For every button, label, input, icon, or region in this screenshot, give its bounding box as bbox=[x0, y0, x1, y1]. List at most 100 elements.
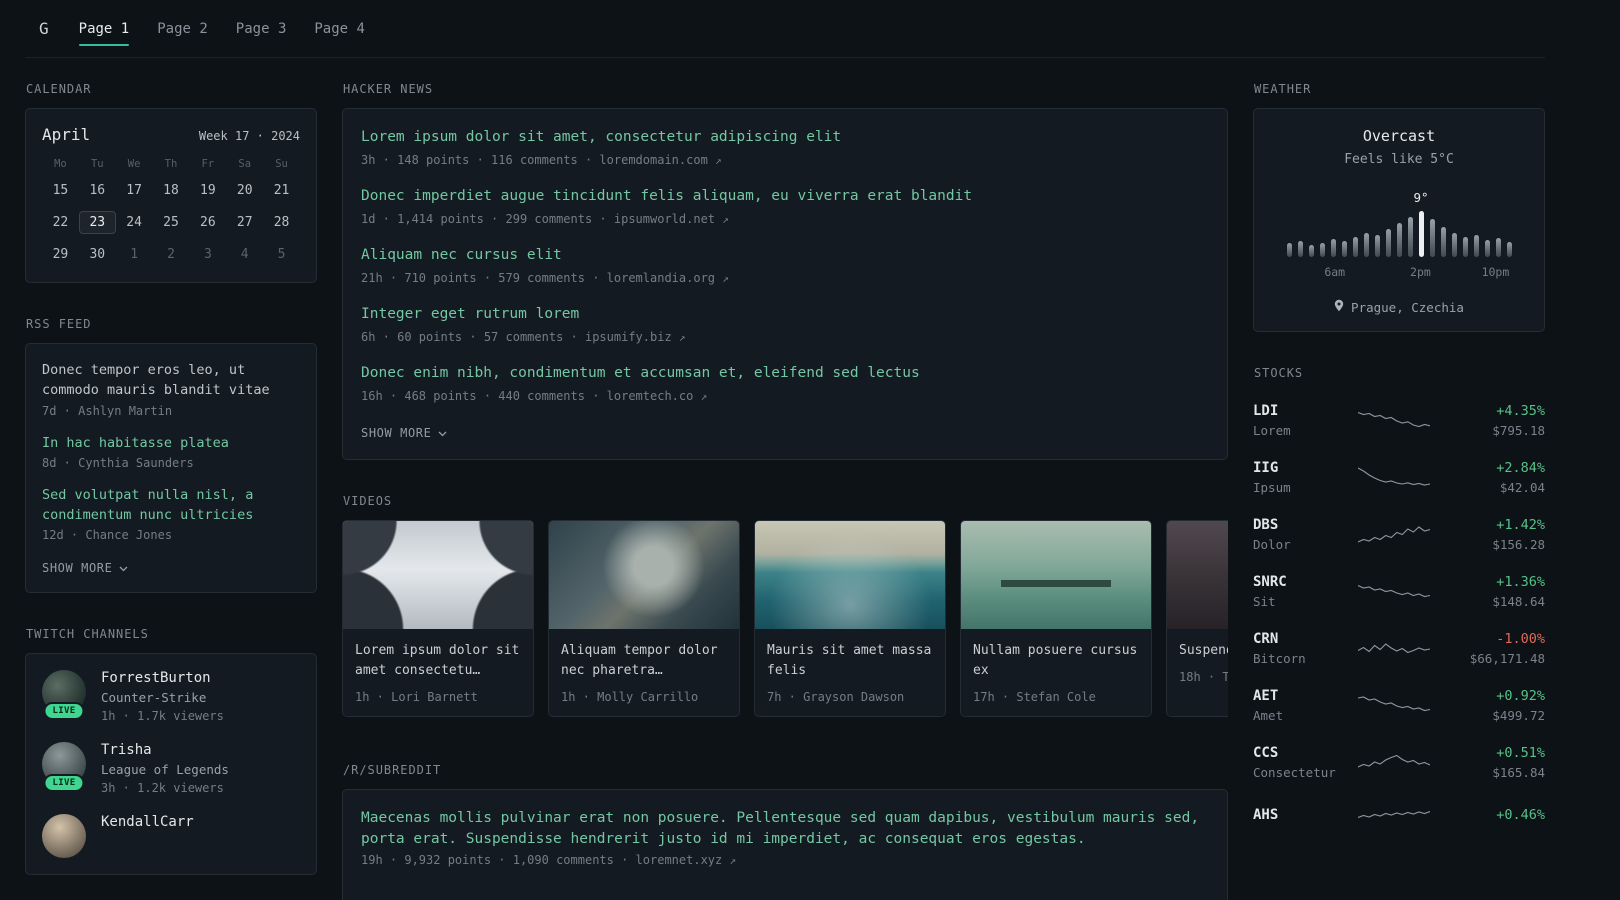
calendar-dow: Su bbox=[275, 158, 288, 170]
rss-item[interactable]: Sed volutpat nulla nisl, a condimentum n… bbox=[42, 485, 300, 543]
stock-symbol: LDI bbox=[1253, 403, 1279, 419]
stock-sparkline bbox=[1358, 584, 1430, 597]
hn-item-domain-link[interactable]: loremtech.co ↗ bbox=[607, 389, 708, 403]
stock-row[interactable]: CRN Bitcorn -1.00% $66,171.48 bbox=[1253, 620, 1545, 677]
rss-item-title: Sed volutpat nulla nisl, a condimentum n… bbox=[42, 486, 254, 523]
stock-sparkline bbox=[1358, 467, 1430, 486]
twitch-widget: TWITCH CHANNELS LIVE ForrestBurton Count… bbox=[25, 627, 317, 876]
video-card[interactable]: Mauris sit amet massa felis 7h · Grayson… bbox=[754, 520, 946, 718]
tab-page-4[interactable]: Page 4 bbox=[314, 21, 365, 37]
hn-item: Donec imperdiet augue tincidunt felis al… bbox=[361, 186, 1209, 226]
left-column: CALENDAR April Week 17 · 2024 Mo Tu We T… bbox=[25, 82, 317, 900]
avatar: LIVE bbox=[42, 742, 86, 793]
twitch-channel-row[interactable]: LIVE ForrestBurton Counter-Strike 1h · 1… bbox=[42, 670, 300, 723]
external-link-icon: ↗ bbox=[722, 213, 729, 227]
hn-item-domain-link[interactable]: loremdomain.com ↗ bbox=[599, 153, 721, 167]
calendar-day-next-month: 2 bbox=[167, 247, 175, 262]
weather-widget: WEATHER Overcast Feels like 5°C 9° 6am 2p… bbox=[1253, 82, 1545, 332]
video-card[interactable]: Nullam posuere cursus ex 17h · Stefan Co… bbox=[960, 520, 1152, 718]
stock-row[interactable]: IIG Ipsum +2.84% $42.04 bbox=[1253, 449, 1545, 506]
calendar-day: 28 bbox=[273, 215, 290, 230]
stock-row[interactable]: DBS Dolor +1.42% $156.28 bbox=[1253, 506, 1545, 563]
tab-page-1[interactable]: Page 1 bbox=[78, 21, 129, 46]
stock-change: +1.36% bbox=[1496, 574, 1545, 590]
calendar-day: 22 bbox=[52, 215, 69, 230]
hn-item-domain-link[interactable]: ipsumworld.net ↗ bbox=[614, 212, 729, 226]
video-title: Mauris sit amet massa felis bbox=[767, 643, 932, 679]
stock-row[interactable]: AHS +0.46% bbox=[1253, 791, 1545, 843]
weather-hour-label: 6am bbox=[1324, 265, 1346, 279]
hn-item: Lorem ipsum dolor sit amet, consectetur … bbox=[361, 127, 1209, 167]
hn-item-meta: 6h · 60 points · 57 comments · ipsumify.… bbox=[361, 330, 686, 345]
avatar bbox=[42, 814, 86, 859]
stock-symbol: IIG bbox=[1253, 460, 1279, 476]
hn-item-title[interactable]: Aliquam nec cursus elit bbox=[361, 245, 1209, 266]
calendar-month: April bbox=[42, 125, 91, 144]
stock-row[interactable]: SNRC Sit +1.36% $148.64 bbox=[1253, 563, 1545, 620]
twitch-channel-row[interactable]: KendallCarr bbox=[42, 814, 300, 859]
weather-hourly-chart: 9° 6am 2pm 10pm bbox=[1286, 190, 1512, 281]
stock-row[interactable]: AET Amet +0.92% $499.72 bbox=[1253, 677, 1545, 734]
hn-item: Integer eget rutrum lorem 6h · 60 points… bbox=[361, 304, 1209, 344]
rss-show-more-button[interactable]: SHOW MORE bbox=[42, 561, 128, 575]
app-logo: G bbox=[39, 19, 49, 38]
weather-location: Prague, Czechia bbox=[1270, 299, 1528, 315]
widget-title-twitch: TWITCH CHANNELS bbox=[26, 627, 149, 642]
hn-item-title[interactable]: Lorem ipsum dolor sit amet, consectetur … bbox=[361, 127, 1209, 148]
weather-bars: 9° bbox=[1286, 190, 1512, 257]
video-card[interactable]: Aliquam tempor dolor nec pharetra… 1h · … bbox=[548, 520, 740, 718]
hn-item-domain-link[interactable]: ipsumify.biz ↗ bbox=[585, 330, 686, 344]
stock-price: $795.18 bbox=[1492, 423, 1545, 438]
rss-item[interactable]: In hac habitasse platea 8d · Cynthia Sau… bbox=[42, 433, 300, 470]
hn-item-title[interactable]: Donec imperdiet augue tincidunt felis al… bbox=[361, 186, 1209, 207]
live-badge: LIVE bbox=[43, 702, 85, 721]
rss-item-title: Donec tempor eros leo, ut commodo mauris… bbox=[42, 362, 270, 399]
rss-item[interactable]: Donec tempor eros leo, ut commodo mauris… bbox=[42, 360, 300, 418]
videos-widget: VIDEOS Lorem ipsum dolor sit amet consec… bbox=[342, 494, 1228, 718]
channel-meta: 3h · 1.2k viewers bbox=[101, 781, 224, 796]
calendar-day: 27 bbox=[236, 215, 253, 230]
stock-sparkline bbox=[1358, 754, 1430, 768]
stock-row[interactable]: LDI Lorem +4.35% $795.18 bbox=[1253, 392, 1545, 449]
stock-name: Sit bbox=[1253, 594, 1276, 609]
tab-page-3[interactable]: Page 3 bbox=[236, 21, 287, 37]
stock-name: Ipsum bbox=[1253, 480, 1291, 495]
video-meta: 7h · Grayson Dawson bbox=[767, 690, 905, 705]
calendar-day: 30 bbox=[89, 247, 106, 262]
twitch-channel-row[interactable]: LIVE Trisha League of Legends 3h · 1.2k … bbox=[42, 742, 300, 795]
video-thumbnail bbox=[961, 521, 1151, 630]
stocks-list: LDI Lorem +4.35% $795.18 IIG Ipsum +2.84… bbox=[1253, 392, 1545, 843]
widget-title-hacker-news: HACKER NEWS bbox=[343, 82, 434, 96]
subreddit-widget: /R/SUBREDDIT Maecenas mollis pulvinar er… bbox=[342, 763, 1228, 900]
hacker-news-box: Lorem ipsum dolor sit amet, consectetur … bbox=[342, 108, 1228, 461]
hn-item-title[interactable]: Donec enim nibh, condimentum et accumsan… bbox=[361, 363, 1209, 384]
calendar-dow: Sa bbox=[238, 158, 252, 170]
hn-item-meta: 1d · 1,414 points · 299 comments · ipsum… bbox=[361, 212, 729, 227]
stock-change: +0.92% bbox=[1496, 688, 1545, 704]
video-card[interactable]: Lorem ipsum dolor sit amet consectetu… 1… bbox=[342, 520, 534, 718]
hn-item-meta: 3h · 148 points · 116 comments · loremdo… bbox=[361, 153, 722, 168]
stock-price: $42.04 bbox=[1499, 480, 1545, 495]
stock-price: $499.72 bbox=[1492, 708, 1545, 723]
channel-meta: 1h · 1.7k viewers bbox=[101, 709, 224, 724]
hn-item-title[interactable]: Integer eget rutrum lorem bbox=[361, 304, 1209, 325]
stock-symbol: CRN bbox=[1253, 631, 1279, 647]
widget-title-rss: RSS FEED bbox=[26, 317, 92, 331]
rss-item-meta: 7d · Ashlyn Martin bbox=[42, 403, 173, 418]
tab-page-2[interactable]: Page 2 bbox=[157, 21, 208, 37]
stock-sparkline bbox=[1358, 411, 1430, 427]
stock-price: $156.28 bbox=[1492, 537, 1545, 552]
stock-row[interactable]: CCS Consectetur +0.51% $165.84 bbox=[1253, 734, 1545, 791]
weather-current-temp: 9° bbox=[1413, 190, 1429, 205]
hn-show-more-button[interactable]: SHOW MORE bbox=[361, 426, 447, 440]
channel-name: Trisha bbox=[101, 742, 152, 759]
channel-name: ForrestBurton bbox=[101, 670, 211, 687]
calendar-day: 26 bbox=[200, 215, 216, 230]
stock-symbol: CCS bbox=[1253, 745, 1279, 761]
video-card[interactable]: Suspendisse diam 18h · Tara bbox=[1166, 520, 1228, 718]
channel-avatar bbox=[42, 814, 86, 859]
subreddit-domain-link[interactable]: loremnet.xyz ↗ bbox=[636, 853, 737, 867]
external-link-icon: ↗ bbox=[678, 331, 686, 345]
subreddit-post-title[interactable]: Maecenas mollis pulvinar erat non posuer… bbox=[361, 808, 1209, 850]
hn-item-domain-link[interactable]: loremlandia.org ↗ bbox=[607, 271, 729, 285]
